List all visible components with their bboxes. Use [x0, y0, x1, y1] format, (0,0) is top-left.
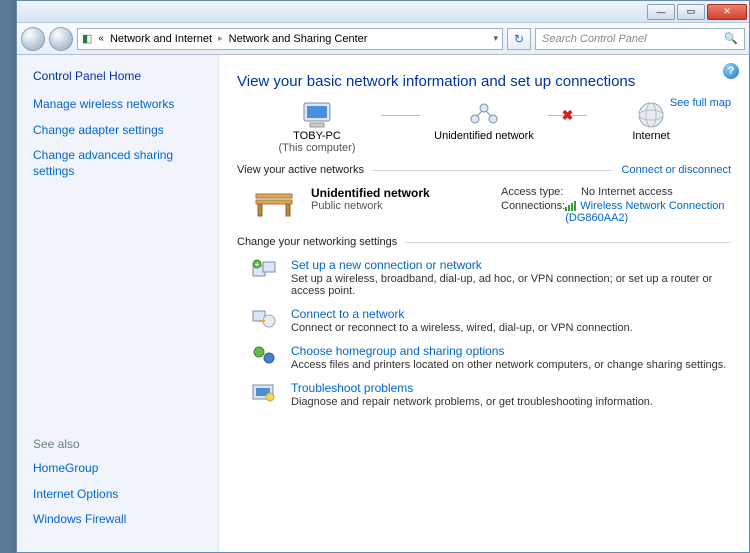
active-hdr-label: View your active networks [237, 164, 364, 176]
connect-network-icon [251, 307, 279, 331]
map-line-1 [381, 115, 420, 116]
refresh-button[interactable]: ↻ [507, 28, 531, 50]
troubleshoot-icon [251, 381, 279, 405]
help-icon[interactable]: ? [723, 63, 739, 79]
setting-2-title[interactable]: Choose homegroup and sharing options [291, 344, 726, 358]
map-node1-label: TOBY-PC [293, 130, 341, 142]
search-icon[interactable]: 🔍 [724, 32, 738, 45]
map-node-network[interactable]: Unidentified network [424, 100, 544, 154]
network-map: TOBY-PC (This computer) Unidentified net… [237, 100, 731, 154]
nav-back-button[interactable] [21, 27, 45, 51]
sidebar-internet-options[interactable]: Internet Options [33, 487, 202, 503]
chevron-right-icon: ▸ [218, 33, 223, 44]
breadcrumb-1[interactable]: Network and Internet [110, 33, 212, 45]
map-node2-label: Unidentified network [434, 130, 534, 142]
setting-1-desc: Connect or reconnect to a wireless, wire… [291, 322, 633, 334]
access-type-label: Access type: [501, 186, 581, 198]
settings-list: + Set up a new connection or network Set… [237, 258, 731, 408]
globe-icon [633, 100, 669, 130]
sidebar-change-adapter[interactable]: Change adapter settings [33, 123, 202, 139]
main-panel: ? View your basic network information an… [219, 55, 749, 552]
maximize-button[interactable]: ▭ [677, 4, 705, 20]
page-title: View your basic network information and … [237, 73, 731, 90]
search-box[interactable]: Search Control Panel 🔍 [535, 28, 745, 50]
breadcrumb-2[interactable]: Network and Sharing Center [229, 33, 368, 45]
bench-icon [251, 186, 297, 222]
connections-label: Connections: [501, 200, 565, 224]
connect-disconnect-link[interactable]: Connect or disconnect [622, 164, 731, 176]
active-networks-header: View your active networks Connect or dis… [237, 164, 731, 176]
see-full-map-link[interactable]: See full map [670, 97, 731, 109]
map-node-this-computer[interactable]: TOBY-PC (This computer) [257, 100, 377, 154]
map-node3-label: Internet [632, 130, 669, 142]
breadcrumb-back[interactable]: « [98, 33, 104, 44]
address-bar[interactable]: ◧ « Network and Internet ▸ Network and S… [77, 28, 503, 50]
setting-connect-network[interactable]: Connect to a network Connect or reconnec… [251, 307, 731, 334]
minimize-button[interactable]: — [647, 4, 675, 20]
change-hdr-label: Change your networking settings [237, 236, 397, 248]
signal-icon [565, 201, 576, 211]
setting-troubleshoot[interactable]: Troubleshoot problems Diagnose and repai… [251, 381, 731, 408]
connection-name: Wireless Network Connection (DG860AA2) [565, 200, 724, 224]
setting-homegroup[interactable]: Choose homegroup and sharing options Acc… [251, 344, 731, 371]
nav-forward-button[interactable] [49, 27, 73, 51]
titlebar: — ▭ ✕ [17, 1, 749, 23]
setting-1-title[interactable]: Connect to a network [291, 307, 633, 321]
setup-connection-icon: + [251, 258, 279, 282]
setting-2-desc: Access files and printers located on oth… [291, 359, 726, 371]
computer-icon [299, 100, 335, 130]
close-button[interactable]: ✕ [707, 4, 747, 20]
network-name: Unidentified network [311, 186, 501, 200]
network-icon [466, 100, 502, 130]
sidebar-manage-wireless[interactable]: Manage wireless networks [33, 97, 202, 113]
sidebar-windows-firewall[interactable]: Windows Firewall [33, 512, 202, 528]
control-panel-icon: ◧ [82, 32, 92, 45]
setting-setup-connection[interactable]: + Set up a new connection or network Set… [251, 258, 731, 297]
sidebar-homegroup[interactable]: HomeGroup [33, 461, 202, 477]
setting-3-title[interactable]: Troubleshoot problems [291, 381, 653, 395]
network-type: Public network [311, 200, 501, 212]
setting-0-title[interactable]: Set up a new connection or network [291, 258, 731, 272]
sidebar-change-advanced[interactable]: Change advanced sharing settings [33, 148, 202, 179]
breadcrumb-dropdown-icon[interactable]: ▾ [493, 33, 498, 44]
sidebar-seealso-label: See also [33, 437, 202, 451]
setting-3-desc: Diagnose and repair network problems, or… [291, 396, 653, 408]
window-frame: — ▭ ✕ ◧ « Network and Internet ▸ Network… [16, 0, 750, 553]
content-area: Control Panel Home Manage wireless netwo… [17, 55, 749, 552]
setting-0-desc: Set up a wireless, broadband, dial-up, a… [291, 273, 731, 297]
navbar: ◧ « Network and Internet ▸ Network and S… [17, 23, 749, 55]
sidebar-home[interactable]: Control Panel Home [33, 69, 202, 83]
access-type-value: No Internet access [581, 186, 673, 198]
connection-link[interactable]: Wireless Network Connection (DG860AA2) [565, 200, 731, 224]
sidebar: Control Panel Home Manage wireless netwo… [17, 55, 219, 552]
homegroup-icon [251, 344, 279, 368]
active-network-item: Unidentified network Public network Acce… [251, 186, 731, 226]
change-settings-header: Change your networking settings [237, 236, 731, 248]
map-line-2-broken [548, 115, 587, 116]
svg-text:+: + [255, 260, 260, 269]
search-placeholder: Search Control Panel [542, 33, 647, 45]
map-node1-sub: (This computer) [278, 142, 355, 154]
